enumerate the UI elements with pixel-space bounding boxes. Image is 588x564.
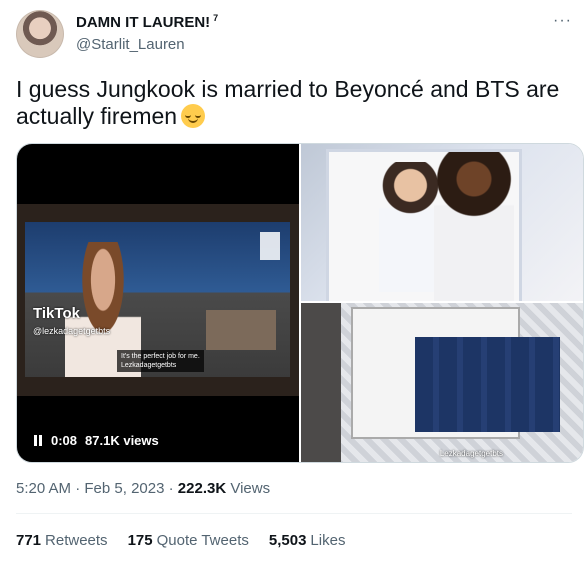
tweet-time[interactable]: 5:20 AM <box>16 480 71 497</box>
likes-label: Likes <box>310 532 346 549</box>
photo-person-right <box>434 152 514 301</box>
tweet-body: I guess Jungkook is married to Beyoncé a… <box>16 76 560 129</box>
video-frame: TikTok @lezkadagetgetbts It's the perfec… <box>25 222 290 377</box>
pause-icon[interactable] <box>33 435 43 446</box>
views-label: Views <box>230 480 271 497</box>
tweet-timestamp: 5:20 AM · Feb 5, 2023 · 222.3K Views <box>16 480 270 497</box>
photo-dark-edge <box>301 303 341 462</box>
retweets-stat[interactable]: 771 Retweets <box>16 532 108 549</box>
tweet-stats: 771 Retweets 175 Quote Tweets 5,503 Likes <box>16 532 345 549</box>
separator-dot: · <box>168 480 178 497</box>
tiktok-username: @lezkadagetgetbts <box>33 326 111 336</box>
retweets-label: Retweets <box>45 532 108 549</box>
video-time: 0:08 <box>51 433 78 448</box>
author-superscript: 7 <box>213 13 219 23</box>
retweets-count: 771 <box>16 532 42 549</box>
separator-dot: · <box>75 480 85 497</box>
video-shelf <box>206 310 276 350</box>
author-name-row[interactable]: DAMN IT LAUREN! 7 <box>76 13 218 31</box>
tiktok-logo: TikTok <box>33 305 80 322</box>
quotes-count: 175 <box>127 532 153 549</box>
avatar[interactable] <box>16 10 64 58</box>
view-count: 222.3K <box>177 480 227 497</box>
likes-stat[interactable]: 5,503 Likes <box>269 532 346 549</box>
quote-tweets-stat[interactable]: 175 Quote Tweets <box>128 532 249 549</box>
tweet-text: I guess Jungkook is married to Beyoncé a… <box>16 76 572 130</box>
video-player[interactable]: TikTok @lezkadagetgetbts It's the perfec… <box>17 144 299 462</box>
author-handle[interactable]: @Starlit_Lauren <box>76 36 185 53</box>
video-caption: It's the perfect job for me. Lezkadagetg… <box>117 350 204 372</box>
photo-bottom-right[interactable]: Lezkadagetgetbts <box>301 303 583 462</box>
quotes-label: Quote Tweets <box>156 532 249 549</box>
more-options-icon[interactable]: ··· <box>553 12 572 30</box>
framed-photo <box>353 309 560 437</box>
tv-frame: TikTok @lezkadagetgetbts It's the perfec… <box>17 204 299 396</box>
watermark: Lezkadagetgetbts <box>439 449 503 458</box>
firefighters-image <box>415 337 560 432</box>
likes-count: 5,503 <box>268 532 307 549</box>
media-grid: TikTok @lezkadagetgetbts It's the perfec… <box>16 143 584 463</box>
video-meta: 0:08 87.1K views <box>33 433 159 448</box>
relieved-face-emoji-icon <box>181 104 206 128</box>
photo-frame <box>329 152 519 301</box>
divider <box>16 513 572 514</box>
video-caption-user: Lezkadagetgetbts <box>121 362 177 369</box>
photo-top-right[interactable] <box>301 144 583 301</box>
tweet-date[interactable]: Feb 5, 2023 <box>84 480 164 497</box>
video-views: 87.1K views <box>85 433 159 448</box>
video-caption-text: It's the perfect job for me. <box>121 353 200 360</box>
author-name[interactable]: DAMN IT LAUREN! <box>76 14 210 31</box>
channel-logo <box>260 232 280 260</box>
